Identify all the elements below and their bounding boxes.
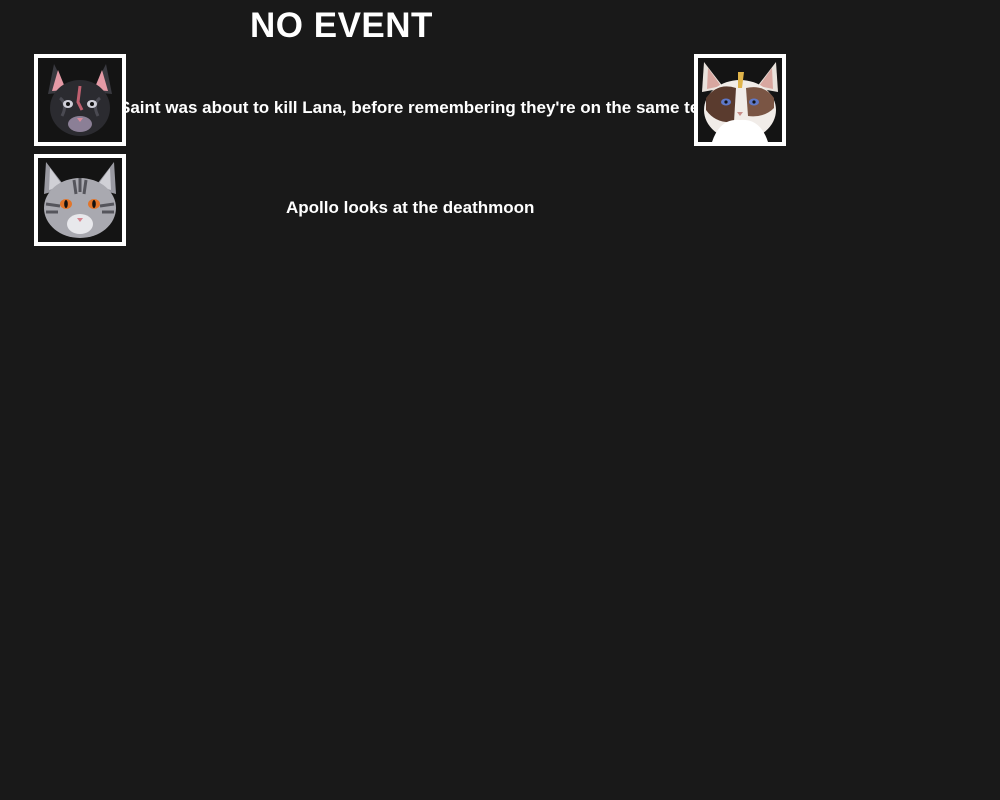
dark-cat-portrait [34, 54, 126, 146]
grey-cat-icon [38, 158, 122, 242]
grey-cat-portrait [34, 154, 126, 246]
event-text-2: Apollo looks at the deathmoon [286, 198, 535, 217]
dark-cat-icon [38, 58, 122, 142]
brown-white-cat-icon [698, 58, 782, 142]
event-text-1: Saint was about to kill Lana, before rem… [119, 98, 724, 117]
event-screen: NO EVENT Saint was about to kill Lana, b… [0, 0, 1000, 800]
brown-white-cat-portrait [694, 54, 786, 146]
page-title: NO EVENT [250, 6, 433, 45]
